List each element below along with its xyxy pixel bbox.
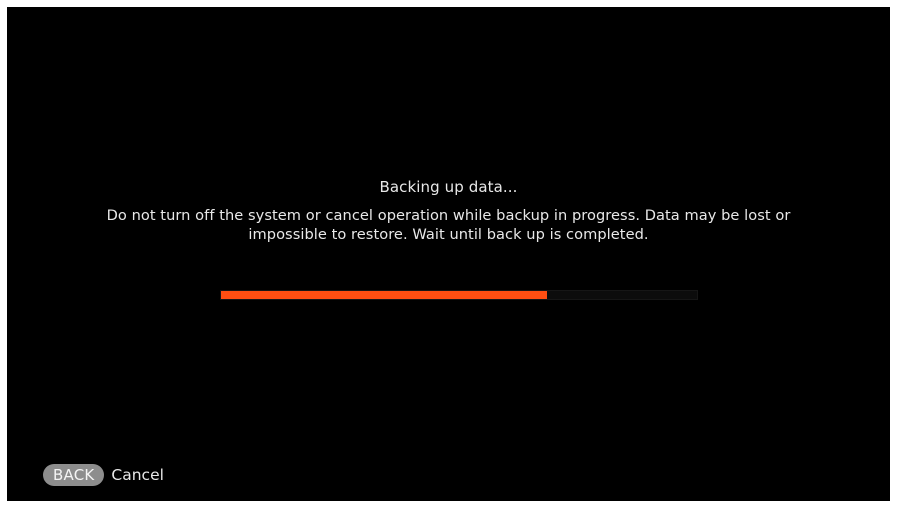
progress-bar bbox=[220, 290, 698, 300]
footer-hint: BACK Cancel bbox=[43, 463, 164, 487]
status-title: Backing up data... bbox=[379, 178, 518, 196]
backup-screen: Backing up data... Do not turn off the s… bbox=[7, 7, 890, 501]
cancel-label: Cancel bbox=[111, 466, 164, 484]
back-button[interactable]: BACK bbox=[43, 464, 105, 486]
progress-bar-fill bbox=[221, 291, 548, 299]
warning-message: Do not turn off the system or cancel ope… bbox=[106, 207, 791, 243]
